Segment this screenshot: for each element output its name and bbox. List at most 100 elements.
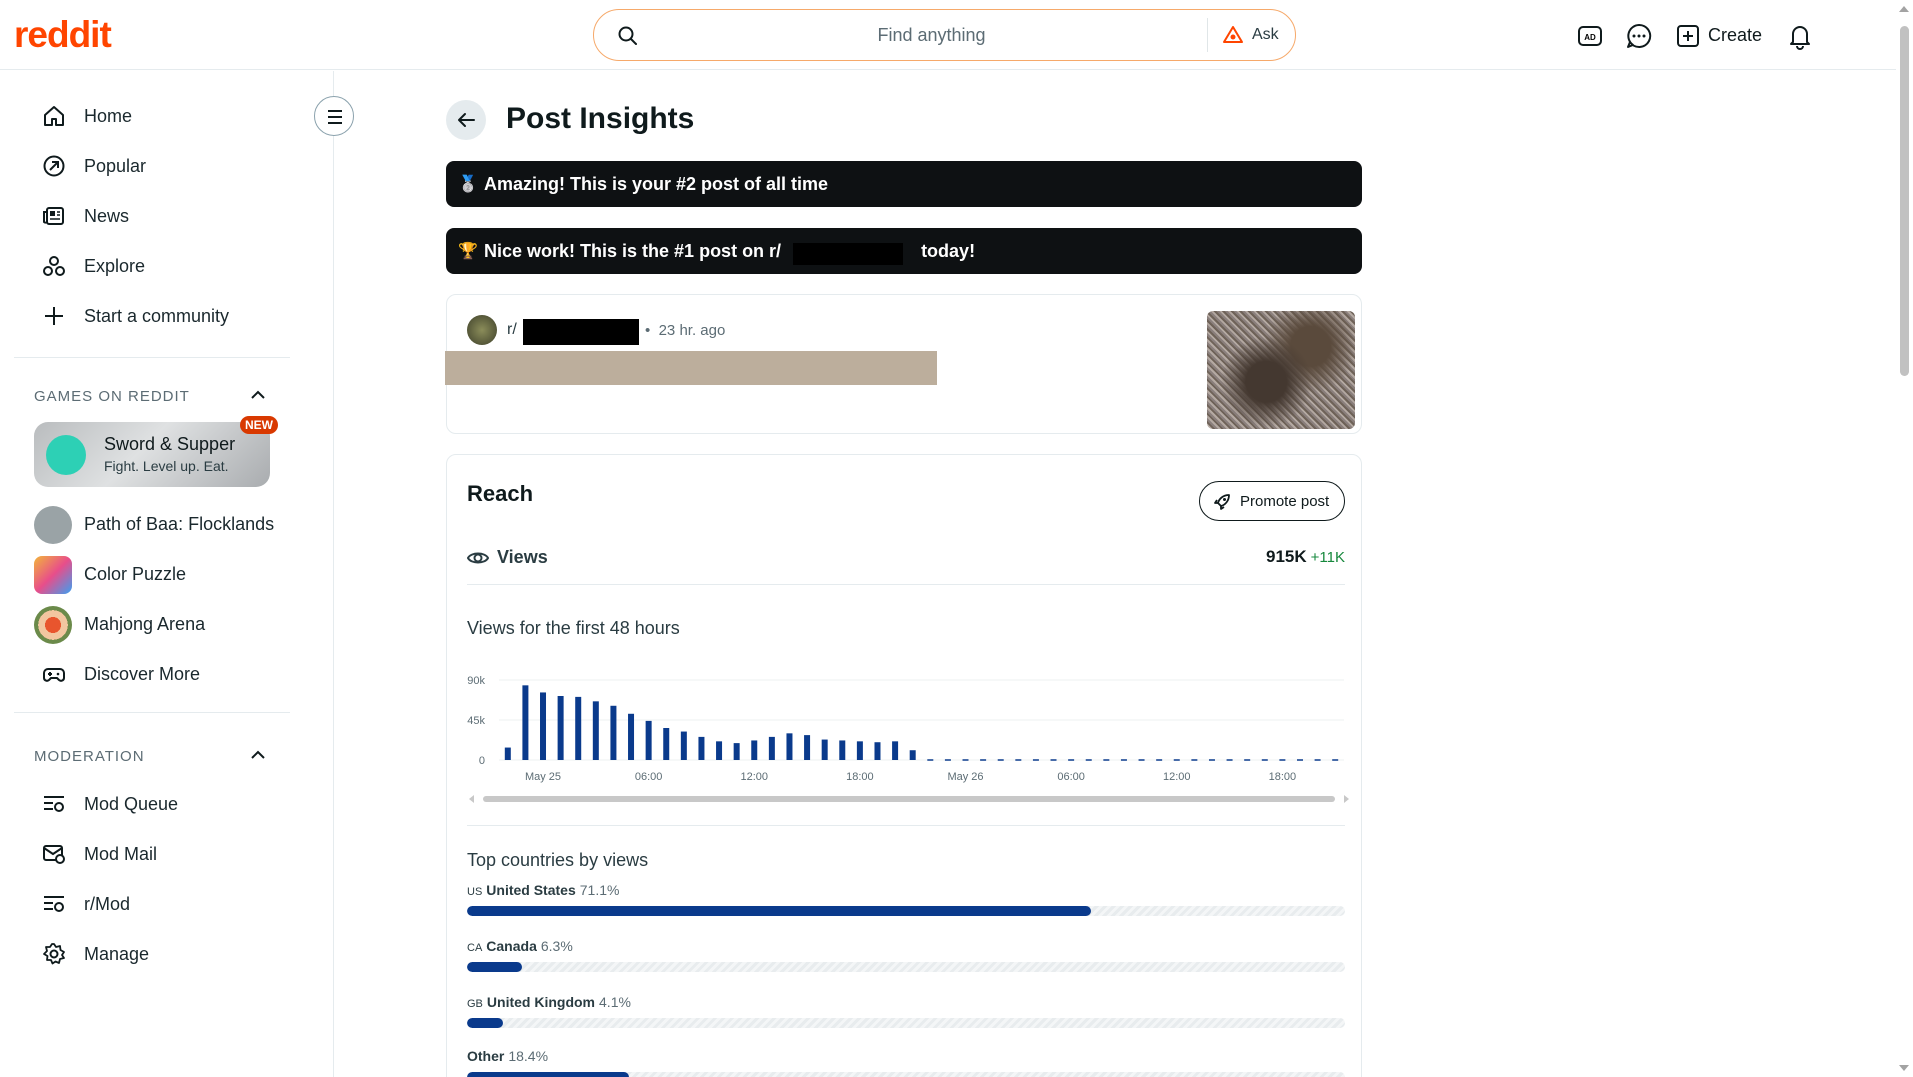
country-percent: 71.1%	[579, 882, 620, 898]
chart-bar	[751, 740, 758, 760]
country-name: Other	[467, 1048, 505, 1064]
ask-button[interactable]: Ask	[1207, 18, 1295, 52]
sidebar-item-r-mod[interactable]: r/Mod	[40, 884, 290, 924]
post-thumbnail[interactable]	[1207, 311, 1355, 429]
color-puzzle-avatar	[34, 556, 72, 594]
country-row: Other 18.4%	[467, 1048, 1345, 1077]
sidebar-item-mod-mail[interactable]: Mod Mail	[40, 834, 290, 874]
chart-bar	[821, 739, 828, 760]
sidebar-item-path-of-baa[interactable]: Path of Baa: Flocklands	[40, 504, 290, 544]
featured-game-title: Sword & Supper	[104, 434, 236, 454]
scroll-down-arrow[interactable]	[1899, 1065, 1909, 1071]
chart-bar	[610, 705, 617, 760]
chart-bar	[698, 736, 705, 760]
bell-icon[interactable]	[1786, 22, 1814, 50]
country-name: United Kingdom	[486, 994, 596, 1010]
page-title: Post Insights	[506, 102, 695, 135]
chart-bar	[540, 692, 547, 760]
country-label: CA Canada 6.3%	[467, 938, 573, 954]
x-tick-label: May 25	[525, 771, 561, 783]
page-scrollbar[interactable]	[1896, 0, 1913, 1077]
country-progress-fill	[467, 1018, 503, 1028]
country-label: Other 18.4%	[467, 1048, 548, 1064]
chart-horizontal-scrollbar[interactable]	[469, 793, 1349, 805]
country-progress-bar	[467, 1018, 1345, 1028]
views-bar-chart: 90k 45k 0 May 25 06:00 12:00 18:00 May 26 06:00 1…	[467, 675, 1344, 783]
medal-icon: 🥈	[458, 176, 478, 193]
scroll-thumb[interactable]	[1900, 26, 1909, 376]
plus-icon	[45, 307, 63, 325]
sidebar-item-label: Mod Mail	[84, 844, 158, 864]
rocket-icon	[1214, 494, 1230, 510]
ad-icon[interactable]: AD	[1576, 22, 1604, 50]
svg-text:AD: AD	[1584, 33, 1596, 42]
chevron-up-icon[interactable]	[248, 385, 268, 405]
featured-game-card[interactable]: Sword & Supper Fight. Level up. Eat.	[34, 422, 270, 487]
country-row: US United States 71.1%	[467, 882, 1345, 926]
y-tick-label: 90k	[467, 675, 485, 687]
sidebar-item-mahjong-arena[interactable]: Mahjong Arena	[40, 604, 290, 644]
views-row: Views 915K +11K	[467, 545, 1345, 585]
country-label: US United States 71.1%	[467, 882, 619, 898]
y-tick-label: 0	[479, 755, 485, 767]
collapse-sidebar-button[interactable]	[314, 96, 354, 136]
sidebar-item-home[interactable]: Home	[40, 96, 290, 136]
home-icon	[44, 106, 64, 126]
search-bar[interactable]: Find anything Ask	[593, 9, 1296, 61]
chart-bar	[504, 747, 511, 760]
sidebar-item-explore[interactable]: Explore	[40, 246, 290, 286]
country-name: United States	[486, 882, 576, 898]
scroll-up-arrow[interactable]	[1899, 6, 1909, 12]
x-tick-label: 18:00	[846, 771, 874, 783]
country-code: US	[467, 886, 483, 898]
sidebar-item-news[interactable]: News	[40, 196, 290, 236]
country-label: GB United Kingdom 4.1%	[467, 994, 631, 1010]
countries-title: Top countries by views	[467, 850, 649, 870]
news-icon	[43, 207, 64, 225]
games-section-heading[interactable]: GAMES ON REDDIT	[34, 388, 190, 405]
sidebar-item-mod-queue[interactable]: Mod Queue	[40, 784, 290, 824]
achievement-banner-alltime: 🥈 Amazing! This is your #2 post of all t…	[446, 161, 1362, 207]
scroll-left-arrow[interactable]	[469, 795, 474, 803]
create-label: Create	[1708, 25, 1763, 45]
country-row: CA Canada 6.3%	[467, 938, 1345, 982]
sidebar-item-popular[interactable]: Popular	[40, 146, 290, 186]
x-tick-label: 12:00	[740, 771, 768, 783]
mahjong-arena-avatar	[34, 606, 72, 644]
popular-icon	[43, 155, 65, 177]
chart-scroll-thumb[interactable]	[483, 796, 1335, 802]
subreddit-avatar	[467, 315, 497, 345]
path-of-baa-avatar	[34, 506, 72, 544]
mod-mail-icon	[43, 845, 65, 864]
chevron-up-icon[interactable]	[248, 745, 268, 765]
gear-icon	[43, 943, 65, 965]
chat-icon[interactable]	[1625, 22, 1653, 50]
reddit-logo[interactable]: reddit	[14, 14, 112, 56]
search-input[interactable]: Find anything	[594, 25, 1209, 46]
mod-queue-icon	[44, 896, 64, 912]
sidebar-item-start-community[interactable]: Start a community	[40, 296, 290, 336]
chart-bar	[628, 713, 635, 760]
moderation-section-heading[interactable]: MODERATION	[34, 748, 145, 765]
subreddit-prefix[interactable]: r/	[507, 321, 517, 339]
country-progress-bar	[467, 1072, 1345, 1077]
sidebar-item-color-puzzle[interactable]: Color Puzzle	[40, 554, 290, 594]
redacted-subreddit-in-banner	[793, 243, 903, 265]
sidebar-item-discover-more[interactable]: Discover More	[40, 654, 290, 694]
x-tick-label: 12:00	[1163, 771, 1191, 783]
redacted-post-title	[445, 351, 937, 385]
reach-title: Reach	[467, 481, 534, 506]
sidebar-item-manage[interactable]: Manage	[40, 934, 290, 974]
chart-bar	[874, 742, 881, 760]
top-header: reddit Find anything Ask AD Create	[0, 0, 1896, 70]
create-button[interactable]: Create	[1674, 22, 1762, 50]
scroll-right-arrow[interactable]	[1344, 795, 1349, 803]
promote-post-button[interactable]: Promote post	[1199, 481, 1345, 521]
chart-bar	[856, 741, 863, 760]
back-button[interactable]	[446, 100, 486, 140]
country-code: GB	[467, 998, 483, 1010]
left-sidebar: Home Popular News Explore Start a commun…	[0, 71, 334, 1077]
sidebar-item-label: Mod Queue	[84, 794, 179, 814]
post-preview-card[interactable]: r/ • 23 hr. ago	[445, 294, 1362, 434]
country-row: GB United Kingdom 4.1%	[467, 994, 1345, 1038]
